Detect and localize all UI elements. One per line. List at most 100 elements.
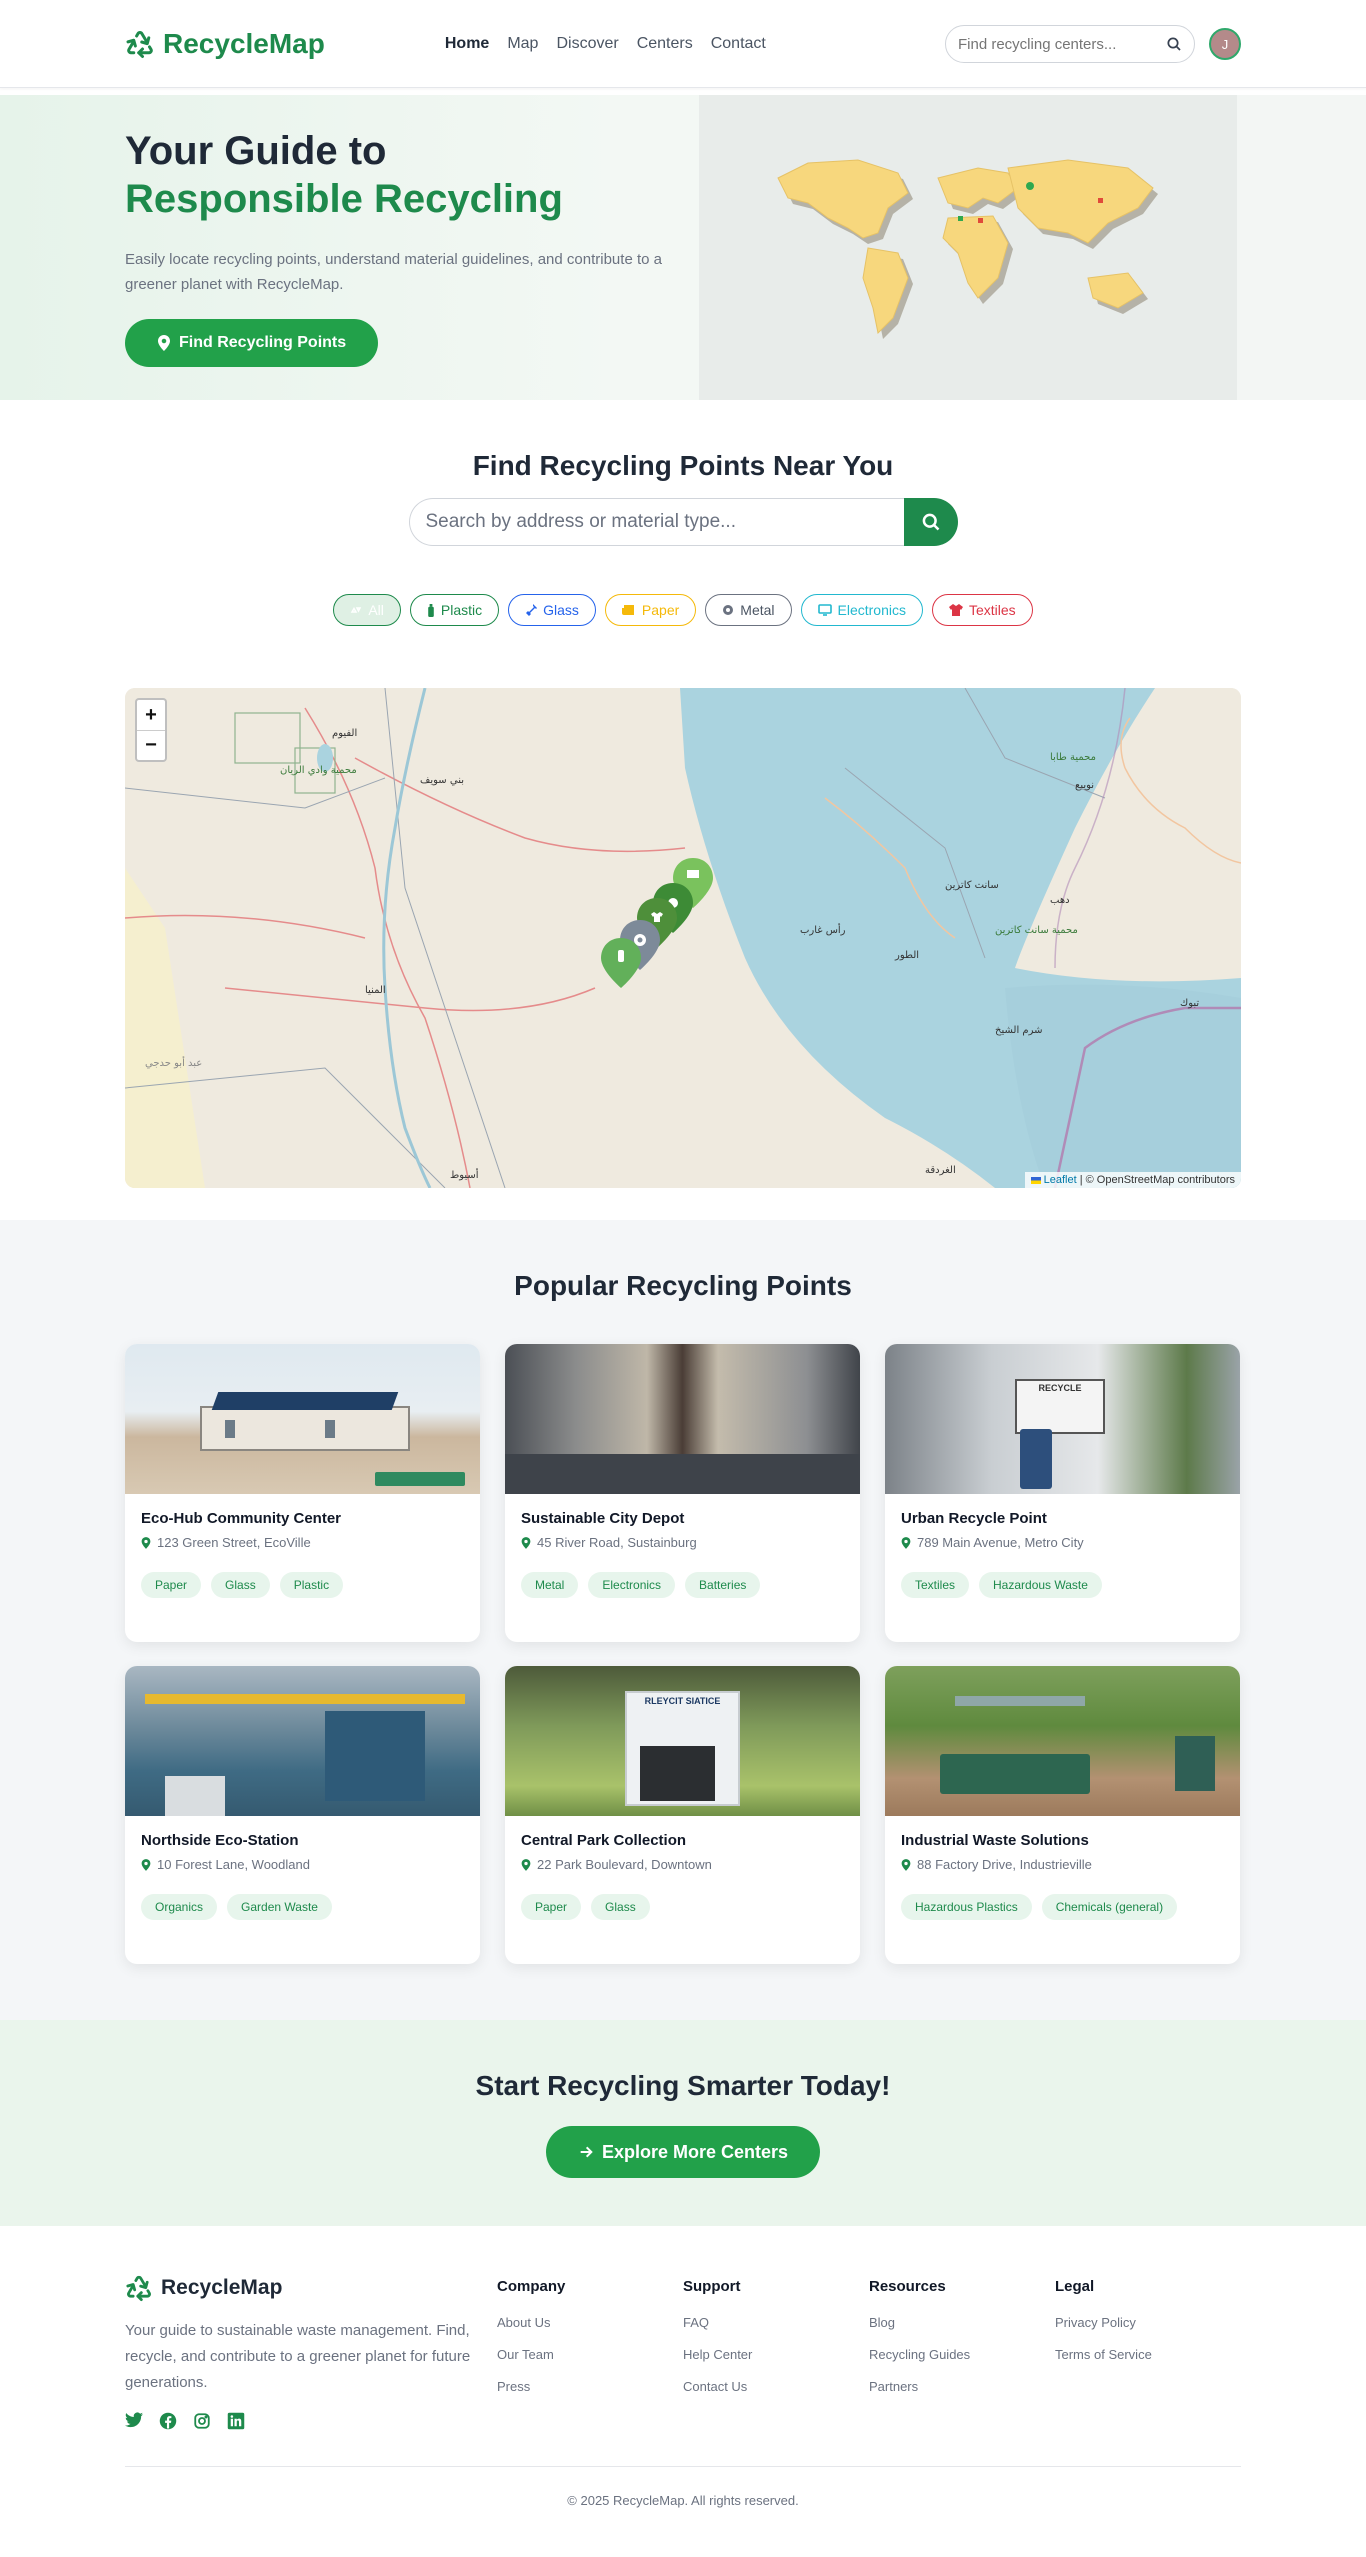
footer-link[interactable]: Contact Us: [683, 2379, 869, 2394]
monitor-icon: [817, 604, 832, 616]
footer-link[interactable]: FAQ: [683, 2315, 869, 2330]
footer-column-title: Company: [497, 2278, 566, 2295]
footer-column-resources: Resources Blog Recycling Guides Partners: [869, 2274, 1055, 2432]
recycling-map[interactable]: محمية وادي الريان الفيوم بني سويف المنيا…: [125, 688, 1241, 1188]
footer-link[interactable]: Press: [497, 2379, 683, 2394]
card-title: Northside Eco-Station: [141, 1832, 299, 1849]
filter-glass-label: Glass: [543, 602, 579, 618]
zoom-in-button[interactable]: +: [137, 700, 165, 730]
recycle-icon: [351, 606, 362, 613]
footer-link[interactable]: Help Center: [683, 2347, 869, 2362]
filter-paper-label: Paper: [641, 602, 680, 618]
footer-column-title: Support: [683, 2278, 741, 2295]
search-icon[interactable]: [1166, 36, 1182, 52]
map-label: محمية سانت كاترين: [995, 925, 1078, 936]
card-title: Industrial Waste Solutions: [901, 1832, 1089, 1849]
twitter-icon[interactable]: [125, 2412, 145, 2432]
card-title: Sustainable City Depot: [521, 1510, 685, 1527]
user-avatar[interactable]: J: [1209, 28, 1241, 60]
linkedin-icon[interactable]: [227, 2412, 247, 2432]
hero-section: Your Guide to Responsible Recycling Easi…: [0, 95, 1366, 400]
card-title: Eco-Hub Community Center: [141, 1510, 342, 1527]
nav-discover[interactable]: Discover: [556, 35, 618, 53]
footer-link[interactable]: About Us: [497, 2315, 683, 2330]
material-tag: Garden Waste: [227, 1894, 332, 1920]
card-tags: Metal Electronics Batteries: [521, 1572, 844, 1598]
search-icon: [922, 513, 939, 531]
recycling-point-card[interactable]: Sustainable City Depot 45 River Road, Su…: [505, 1344, 860, 1642]
hero-title-line2: Responsible Recycling: [125, 177, 563, 221]
location-search-input[interactable]: Search by address or material type...: [408, 498, 904, 546]
footer-link[interactable]: Privacy Policy: [1055, 2315, 1241, 2330]
recycle-sign: RECYCLE: [1015, 1379, 1105, 1434]
wine-bottle-icon: [526, 604, 538, 616]
filter-electronics[interactable]: Electronics: [800, 594, 923, 626]
find-title: Find Recycling Points Near You: [472, 450, 894, 481]
find-points-label: Find Recycling Points: [179, 334, 347, 351]
card-address-text: 22 Park Boulevard, Downtown: [537, 1857, 712, 1872]
filter-all[interactable]: All: [333, 594, 401, 626]
material-tag: Textiles: [901, 1572, 970, 1598]
recycling-point-card[interactable]: RLEYCIT SIATICE Central Park Collection …: [505, 1666, 860, 1964]
find-section: Find Recycling Points Near You Search by…: [0, 400, 1366, 1220]
map-attribution: Leaflet | © OpenStreetMap contributors: [1024, 1172, 1241, 1188]
card-title: Central Park Collection: [521, 1832, 687, 1849]
filter-all-label: All: [368, 602, 384, 618]
footer-description: Your guide to sustainable waste manageme…: [125, 2322, 471, 2391]
header-search-input[interactable]: [958, 35, 1148, 53]
find-points-button[interactable]: Find Recycling Points: [125, 319, 379, 367]
world-map-illustration: [777, 158, 1158, 339]
popular-title: Popular Recycling Points: [514, 1270, 852, 1301]
brand-logo[interactable]: RecycleMap: [125, 28, 325, 60]
map-label: رأس غارب: [800, 923, 846, 936]
recycling-point-card[interactable]: Industrial Waste Solutions 88 Factory Dr…: [885, 1666, 1240, 1964]
card-tags: Textiles Hazardous Waste: [901, 1572, 1224, 1598]
recycling-point-card[interactable]: RECYCLE Urban Recycle Point 789 Main Ave…: [885, 1344, 1240, 1642]
card-address-text: 789 Main Avenue, Metro City: [917, 1535, 1084, 1550]
recycle-icon: [126, 2275, 151, 2302]
explore-centers-button[interactable]: Explore More Centers: [545, 2126, 821, 2178]
material-tag: Glass: [591, 1894, 650, 1920]
map-label: تبوك: [1180, 998, 1199, 1009]
card-address-text: 45 River Road, Sustainburg: [537, 1535, 697, 1550]
map-label: محمية وادي الريان: [280, 765, 357, 776]
instagram-icon[interactable]: [193, 2412, 213, 2432]
material-filters: All Plastic Glass Paper Metal Electronic…: [0, 594, 1366, 626]
card-address: 10 Forest Lane, Woodland: [141, 1857, 464, 1872]
footer-link[interactable]: Blog: [869, 2315, 1055, 2330]
footer-link[interactable]: Terms of Service: [1055, 2347, 1241, 2362]
card-address: 123 Green Street, EcoVille: [141, 1535, 464, 1550]
filter-paper[interactable]: Paper: [604, 594, 697, 626]
footer-logo[interactable]: RecycleMap: [125, 2274, 497, 2302]
recycling-point-card[interactable]: Eco-Hub Community Center 123 Green Stree…: [125, 1344, 480, 1642]
card-address-text: 123 Green Street, EcoVille: [157, 1535, 311, 1550]
filter-plastic[interactable]: Plastic: [409, 594, 500, 626]
map-label: سانت كاترين: [945, 880, 999, 891]
recycling-point-card[interactable]: Northside Eco-Station 10 Forest Lane, Wo…: [125, 1666, 480, 1964]
top-navbar: RecycleMap Home Map Discover Centers Con…: [0, 0, 1366, 88]
filter-textiles[interactable]: Textiles: [931, 594, 1033, 626]
hero-description: Easily locate recycling points, understa…: [125, 251, 662, 293]
hero-title: Your Guide to Responsible Recycling: [125, 127, 685, 223]
filter-textiles-label: Textiles: [968, 602, 1016, 618]
footer-link[interactable]: Partners: [869, 2379, 1055, 2394]
map-tiles[interactable]: محمية وادي الريان الفيوم بني سويف المنيا…: [125, 688, 1241, 1188]
arrow-right-icon: [580, 2146, 593, 2158]
nav-home[interactable]: Home: [445, 35, 489, 53]
filter-glass[interactable]: Glass: [508, 594, 596, 626]
facebook-icon[interactable]: [159, 2412, 179, 2432]
nav-contact[interactable]: Contact: [711, 35, 766, 53]
footer-link[interactable]: Our Team: [497, 2347, 683, 2362]
material-tag: Electronics: [588, 1572, 676, 1598]
nav-map[interactable]: Map: [507, 35, 538, 53]
location-search-button[interactable]: [903, 498, 958, 546]
nav-centers[interactable]: Centers: [637, 35, 693, 53]
card-photo: [885, 1666, 1240, 1816]
zoom-out-button[interactable]: −: [137, 730, 165, 760]
popular-section: Popular Recycling Points Eco-Hub Communi…: [0, 1220, 1366, 2020]
footer-link[interactable]: Recycling Guides: [869, 2347, 1055, 2362]
bottle-icon: [428, 603, 434, 617]
filter-metal[interactable]: Metal: [705, 594, 792, 626]
recycle-icon: [126, 31, 153, 58]
leaflet-link[interactable]: Leaflet: [1044, 1174, 1077, 1186]
